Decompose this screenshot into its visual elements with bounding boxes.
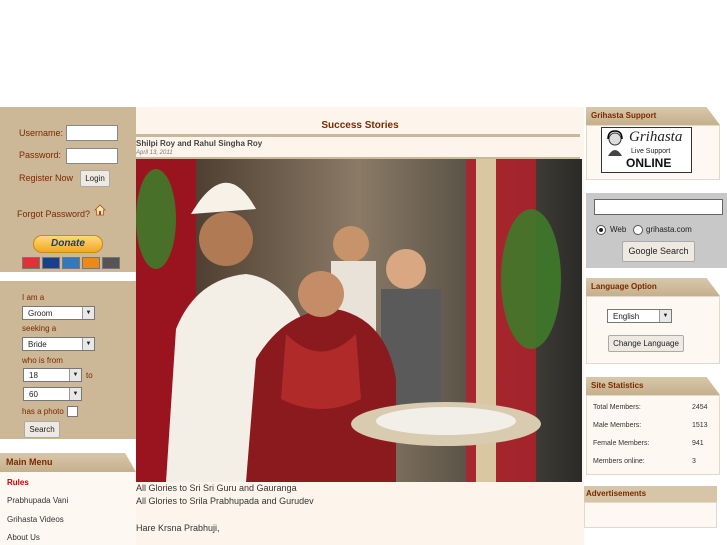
radio-web[interactable]	[596, 225, 606, 235]
google-search-button[interactable]: Google Search	[622, 241, 695, 262]
radio-site[interactable]	[633, 225, 643, 235]
radio-site-label: grihasta.com	[646, 225, 692, 234]
divider	[136, 134, 580, 137]
age-from-select[interactable]: 18 ▼	[23, 368, 82, 382]
chevron-down-icon: ▼	[82, 338, 94, 350]
logo-word: Grihasta	[629, 129, 683, 145]
stat-label: Female Members:	[593, 440, 650, 447]
ads-heading: Advertisements	[584, 486, 717, 502]
age-to-select[interactable]: 60 ▼	[23, 387, 82, 401]
support-panel: Grihasta Live Support ONLINE	[586, 125, 720, 180]
i-am-select[interactable]: Groom ▼	[22, 306, 95, 320]
story-line-2: All Glories to Srila Prabhupada and Guru…	[136, 496, 314, 506]
donate-button[interactable]: Donate	[33, 235, 103, 253]
story-line-3: Hare Krsna Prabhuji,	[136, 523, 220, 533]
google-search-panel: Web grihasta.com Google Search	[586, 193, 727, 268]
forgot-password-link[interactable]: Forgot Password?	[17, 209, 90, 219]
partner-search-panel: I am a Groom ▼ seeking a Bride ▼ who is fr…	[0, 281, 136, 439]
chevron-down-icon: ▼	[69, 388, 81, 400]
password-label: Password:	[19, 150, 62, 160]
stat-value: 2454	[692, 404, 708, 411]
visa-icon	[42, 257, 60, 269]
has-photo-label: has a photo	[22, 407, 64, 416]
i-am-label: I am a	[22, 293, 45, 302]
google-search-input[interactable]	[594, 199, 723, 215]
wedding-photo	[136, 159, 582, 482]
language-select[interactable]: English ▼	[607, 309, 672, 323]
password-input[interactable]	[66, 148, 118, 164]
stat-value: 941	[692, 440, 704, 447]
menu-item-grihasta-videos[interactable]: Grihasta Videos	[7, 515, 64, 524]
age-from-label: who is from	[22, 356, 63, 365]
stats-panel: Total Members: 2454 Male Members: 1513 F…	[586, 395, 720, 475]
story-line-1: All Glories to Sri Sri Guru and Gauranga	[136, 483, 297, 493]
username-label: Username:	[19, 128, 64, 138]
stat-label: Male Members:	[593, 422, 642, 429]
stat-label: Members online:	[593, 458, 645, 465]
seeking-select[interactable]: Bride ▼	[22, 337, 95, 351]
mastercard-icon	[22, 257, 40, 269]
main-content: Success Stories Shilpi Roy and Rahul Sin…	[136, 107, 584, 545]
main-menu: Rules Prabhupada Vani Grihasta Videos Ab…	[0, 472, 136, 545]
story-date: April 13, 2011	[136, 150, 173, 156]
house-icon[interactable]	[94, 204, 106, 216]
language-heading: Language Option	[586, 278, 720, 296]
age-to-label: to	[86, 371, 93, 380]
stat-value: 1513	[692, 422, 708, 429]
language-panel: English ▼ Change Language	[586, 296, 720, 364]
discover-icon	[82, 257, 100, 269]
logo-status: ONLINE	[626, 156, 672, 170]
left-column: Username: Password: Register Now Login F…	[0, 107, 136, 545]
menu-item-prabhupada-vani[interactable]: Prabhupada Vani	[7, 496, 68, 505]
stat-value: 3	[692, 458, 696, 465]
login-button[interactable]: Login	[80, 170, 110, 187]
login-panel: Username: Password: Register Now Login F…	[0, 107, 136, 272]
menu-item-about-us[interactable]: About Us	[7, 533, 40, 542]
stats-heading: Site Statistics	[586, 377, 720, 395]
has-photo-checkbox[interactable]	[67, 406, 78, 417]
live-support-logo[interactable]: Grihasta Live Support ONLINE	[601, 127, 692, 173]
support-heading: Grihasta Support	[586, 107, 720, 125]
page-title: Success Stories	[321, 120, 399, 131]
main-menu-heading: Main Menu	[0, 453, 136, 472]
seeking-label: seeking a	[22, 324, 57, 333]
chevron-down-icon: ▼	[69, 369, 81, 381]
headset-icon	[605, 130, 625, 156]
register-link[interactable]: Register Now	[19, 173, 73, 183]
bank-icon	[102, 257, 120, 269]
menu-item-rules[interactable]: Rules	[7, 478, 29, 487]
amex-icon	[62, 257, 80, 269]
story-title: Shilpi Roy and Rahul Singha Roy	[136, 139, 263, 148]
logo-line: Live Support	[631, 148, 671, 155]
payment-cards	[22, 257, 120, 269]
radio-web-label: Web	[610, 225, 627, 234]
change-language-button[interactable]: Change Language	[608, 335, 684, 352]
stat-label: Total Members:	[593, 404, 641, 411]
chevron-down-icon: ▼	[659, 310, 671, 322]
ads-panel	[584, 502, 717, 528]
username-input[interactable]	[66, 125, 118, 141]
chevron-down-icon: ▼	[82, 307, 94, 319]
search-button[interactable]: Search	[24, 421, 60, 438]
